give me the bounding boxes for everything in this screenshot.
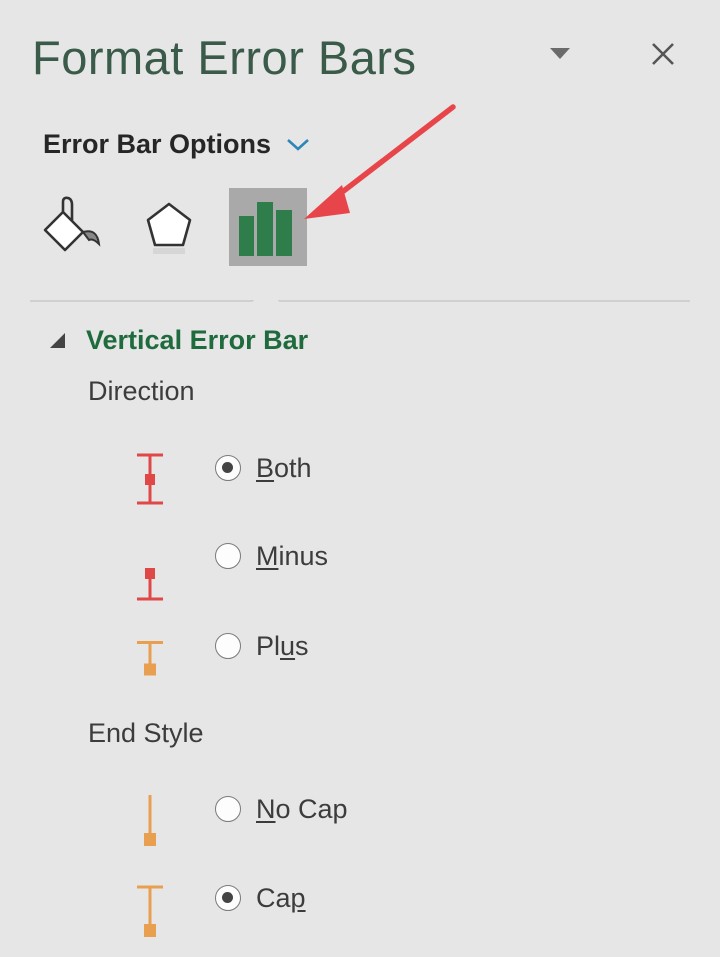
error-bar-plus-icon xyxy=(137,641,163,676)
tab-fill-line[interactable] xyxy=(35,188,113,266)
close-icon[interactable] xyxy=(645,36,681,72)
pane-options-dropdown-icon[interactable] xyxy=(545,44,575,64)
tab-divider xyxy=(30,300,690,302)
direction-minus-radio[interactable]: Minus xyxy=(215,538,328,574)
radio-button[interactable] xyxy=(215,796,241,822)
direction-both-label: Both xyxy=(256,452,312,483)
end-style-cap-label: Cap xyxy=(256,882,306,913)
vertical-error-bar-section-header[interactable]: Vertical Error Bar xyxy=(46,322,308,358)
paint-bucket-icon xyxy=(43,196,101,252)
tab-effects[interactable] xyxy=(130,188,208,266)
annotation-arrow-icon xyxy=(304,104,456,219)
error-bar-both-icon xyxy=(137,453,163,505)
collapse-triangle-icon xyxy=(50,333,65,348)
format-error-bars-pane: Format Error Bars Error Bar Options Vert… xyxy=(0,0,720,957)
radio-button[interactable] xyxy=(215,455,241,481)
end-style-label: End Style xyxy=(88,718,204,748)
end-style-no-cap-radio[interactable]: No Cap xyxy=(215,791,348,827)
direction-plus-radio[interactable]: Plus xyxy=(215,628,309,664)
direction-both-radio[interactable]: Both xyxy=(215,450,312,486)
pane-title: Format Error Bars xyxy=(32,31,417,84)
error-bar-minus-icon xyxy=(137,568,163,601)
end-style-no-cap-label: No Cap xyxy=(256,793,348,824)
section-title: Vertical Error Bar xyxy=(86,324,309,355)
radio-button[interactable] xyxy=(215,543,241,569)
pentagon-icon xyxy=(146,202,192,254)
error-bar-cap-icon xyxy=(137,885,163,937)
direction-plus-label: Plus xyxy=(256,630,309,661)
error-bar-options-label: Error Bar Options xyxy=(43,128,272,159)
radio-button[interactable] xyxy=(215,885,241,911)
direction-minus-label: Minus xyxy=(256,540,329,571)
bar-chart-icon xyxy=(239,202,292,256)
tab-error-bar-options[interactable] xyxy=(229,188,307,266)
end-style-cap-radio[interactable]: Cap xyxy=(215,880,306,916)
radio-button[interactable] xyxy=(215,633,241,659)
error-bar-options-dropdown[interactable]: Error Bar Options xyxy=(43,126,311,162)
chevron-down-icon xyxy=(287,139,309,151)
error-bar-no-cap-icon xyxy=(144,795,156,846)
direction-label: Direction xyxy=(88,376,195,406)
